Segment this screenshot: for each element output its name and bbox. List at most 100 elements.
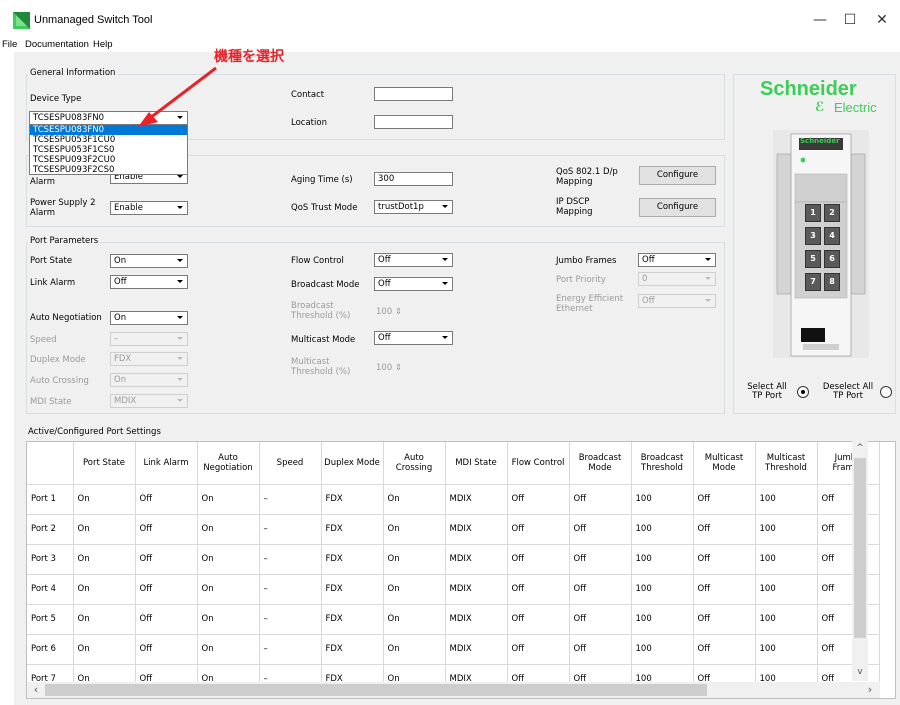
- chevron-down-icon: [177, 399, 183, 402]
- device-option[interactable]: TCSESPU083FN0: [30, 125, 187, 135]
- device-option[interactable]: TCSESPU053F1CU0: [30, 135, 187, 145]
- column-header[interactable]: Flow Control: [507, 442, 570, 485]
- column-header[interactable]: Multicast Mode: [693, 442, 756, 485]
- table-cell: Off: [817, 544, 880, 575]
- column-header[interactable]: Speed: [259, 442, 322, 485]
- duplex-mode-select[interactable]: FDX: [110, 352, 188, 366]
- port-1-icon[interactable]: 1: [805, 204, 821, 222]
- eee-select[interactable]: Off: [638, 294, 716, 308]
- scroll-left-icon[interactable]: ‹: [29, 682, 43, 698]
- contact-field[interactable]: [374, 87, 453, 101]
- port-5-icon[interactable]: 5: [805, 250, 821, 268]
- port-4-icon[interactable]: 4: [824, 227, 840, 245]
- qos-configure-button[interactable]: Configure: [639, 166, 716, 185]
- column-header[interactable]: Auto Crossing: [383, 442, 446, 485]
- vertical-scrollbar[interactable]: ^ v: [852, 441, 868, 681]
- table-cell: On: [73, 604, 136, 635]
- jumbo-frames-value: Off: [642, 255, 655, 265]
- close-button[interactable]: ✕: [868, 8, 896, 32]
- column-header[interactable]: Link Alarm: [135, 442, 198, 485]
- ps2-alarm-select[interactable]: Enable: [110, 201, 188, 215]
- select-all-radio[interactable]: [797, 386, 809, 398]
- maximize-button[interactable]: ☐: [836, 8, 864, 32]
- table-cell: Off: [569, 484, 632, 515]
- auto-crossing-value: On: [114, 375, 127, 385]
- speed-select[interactable]: –: [110, 332, 188, 346]
- column-header[interactable]: Jumbo Frames: [817, 442, 880, 485]
- device-type-select[interactable]: TCSESPU083FN0: [29, 111, 188, 125]
- broadcast-threshold-label: Broadcast Threshold (%): [291, 301, 351, 321]
- port-3-icon[interactable]: 3: [805, 227, 821, 245]
- jumbo-frames-select[interactable]: Off: [638, 253, 716, 267]
- table-cell: On: [383, 484, 446, 515]
- scroll-up-icon[interactable]: ^: [852, 441, 868, 455]
- table-row[interactable]: Port 5 On Off On – FDX On MDIX Off Off 100 Off 100 Of…: [27, 604, 880, 635]
- broadcast-mode-select[interactable]: Off: [374, 277, 453, 291]
- table-cell: On: [197, 634, 260, 665]
- column-header[interactable]: MDI State: [445, 442, 508, 485]
- table-row[interactable]: Port 3 On Off On – FDX On MDIX Off Off 100 Off 100 Of…: [27, 544, 880, 575]
- menu-help[interactable]: Help: [93, 39, 113, 50]
- column-header[interactable]: Broadcast Threshold: [631, 442, 694, 485]
- mdi-state-label: MDI State: [30, 397, 72, 407]
- table-cell: Off: [817, 604, 880, 635]
- link-alarm-select[interactable]: Off: [110, 275, 188, 289]
- qos-trust-select[interactable]: trustDot1p: [374, 200, 453, 214]
- vertical-scroll-thumb[interactable]: [854, 458, 866, 638]
- annotation-text: 機種を選択: [214, 49, 284, 65]
- deselect-all-label: Deselect All TP Port: [822, 382, 874, 401]
- table-cell: –: [259, 604, 322, 635]
- table-cell: MDIX: [445, 544, 508, 575]
- flow-control-select[interactable]: Off: [374, 253, 453, 267]
- column-header[interactable]: Port State: [73, 442, 136, 485]
- table-row[interactable]: Port 1 On Off On – FDX On MDIX Off Off 100 Off 100 Of…: [27, 484, 880, 515]
- row-header-cell: Port 2: [27, 514, 74, 545]
- location-field[interactable]: [374, 115, 453, 129]
- table-cell: 100: [755, 634, 818, 665]
- column-header[interactable]: Duplex Mode: [321, 442, 384, 485]
- jumbo-frames-label: Jumbo Frames: [556, 256, 617, 266]
- electric-logo-text: Electric: [834, 100, 877, 115]
- dscp-configure-button[interactable]: Configure: [639, 198, 716, 217]
- column-header[interactable]: Broadcast Mode: [569, 442, 632, 485]
- device-option[interactable]: TCSESPU093F2CU0: [30, 155, 187, 165]
- port-state-value: On: [114, 256, 127, 266]
- horizontal-scroll-thumb[interactable]: [45, 684, 707, 696]
- scroll-down-icon[interactable]: v: [852, 665, 868, 679]
- broadcast-threshold-stepper[interactable]: 100 ⇕: [376, 307, 402, 317]
- settings-grid: Port State Link Alarm Auto Negotiation S…: [27, 442, 880, 695]
- port-2-icon[interactable]: 2: [824, 204, 840, 222]
- table-cell: Off: [135, 574, 198, 605]
- port-priority-select[interactable]: 0: [638, 272, 716, 286]
- horizontal-scrollbar[interactable]: ‹ ›: [27, 682, 880, 698]
- menu-documentation[interactable]: Documentation: [25, 39, 89, 50]
- mdi-state-select[interactable]: MDIX: [110, 394, 188, 408]
- port-7-icon[interactable]: 7: [805, 273, 821, 291]
- column-header[interactable]: Multicast Threshold: [755, 442, 818, 485]
- ps1-alarm-label: Alarm: [30, 177, 56, 187]
- table-cell: Off: [817, 634, 880, 665]
- deselect-all-radio[interactable]: [880, 386, 892, 398]
- table-row[interactable]: Port 6 On Off On – FDX On MDIX Off Off 100 Off 100 Of…: [27, 634, 880, 665]
- multicast-mode-select[interactable]: Off: [374, 331, 453, 345]
- column-header[interactable]: [27, 442, 74, 485]
- table-row[interactable]: Port 4 On Off On – FDX On MDIX Off Off 100 Off 100 Of…: [27, 574, 880, 605]
- auto-negotiation-select[interactable]: On: [110, 311, 188, 325]
- auto-crossing-select[interactable]: On: [110, 373, 188, 387]
- scroll-right-icon[interactable]: ›: [863, 682, 877, 698]
- table-row[interactable]: Port 2 On Off On – FDX On MDIX Off Off 100 Off 100 Of…: [27, 514, 880, 545]
- minimize-button[interactable]: —: [806, 8, 834, 32]
- column-header[interactable]: Auto Negotiation: [197, 442, 260, 485]
- table-cell: Off: [507, 484, 570, 515]
- table-cell: Off: [135, 514, 198, 545]
- aging-time-field[interactable]: 300: [374, 172, 453, 186]
- device-option[interactable]: TCSESPU093F2CS0: [30, 165, 187, 175]
- table-cell: On: [383, 634, 446, 665]
- port-8-icon[interactable]: 8: [824, 273, 840, 291]
- multicast-threshold-stepper[interactable]: 100 ⇕: [376, 363, 402, 373]
- menu-file[interactable]: File: [2, 39, 17, 50]
- port-state-select[interactable]: On: [110, 254, 188, 268]
- port-6-icon[interactable]: 6: [824, 250, 840, 268]
- device-option[interactable]: TCSESPU053F1CS0: [30, 145, 187, 155]
- table-cell: MDIX: [445, 484, 508, 515]
